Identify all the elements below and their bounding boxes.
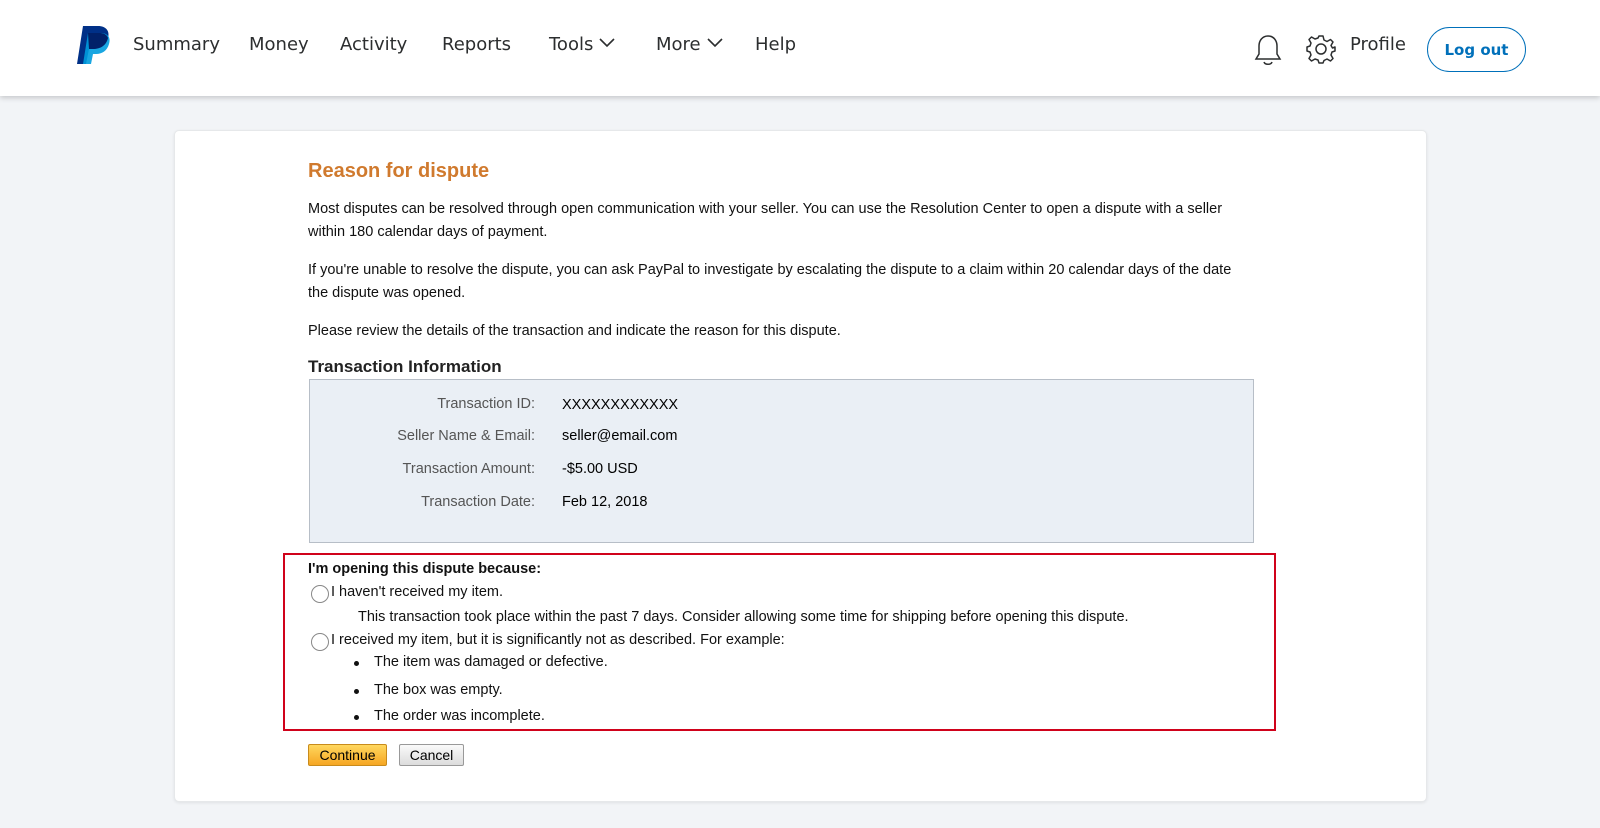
logout-button[interactable]: Log out — [1427, 27, 1526, 72]
nav-reports[interactable]: Reports — [442, 34, 511, 55]
paypal-logo[interactable] — [74, 25, 112, 65]
nav-help[interactable]: Help — [755, 34, 796, 55]
bell-icon[interactable] — [1253, 33, 1283, 67]
example-item: The order was incomplete. — [374, 708, 545, 724]
page-title: Reason for dispute — [308, 160, 490, 182]
nav-money[interactable]: Money — [249, 34, 309, 55]
intro-paragraph-3: Please review the details of the transac… — [308, 323, 841, 339]
seller-value: seller@email.com — [562, 428, 678, 444]
nav-tools-label: Tools — [549, 34, 594, 55]
chevron-down-icon — [707, 38, 723, 48]
nav-summary[interactable]: Summary — [133, 34, 220, 55]
nav-more-label: More — [656, 34, 701, 55]
option-not-received-note: This transaction took place within the p… — [358, 609, 1129, 625]
radio-not-as-described[interactable] — [311, 633, 329, 651]
transaction-id-value: XXXXXXXXXXXX — [562, 397, 679, 413]
option-not-received-label[interactable]: I haven't received my item. — [331, 584, 503, 600]
amount-label: Transaction Amount: — [402, 461, 535, 477]
cancel-button[interactable]: Cancel — [399, 744, 464, 766]
nav-more[interactable]: More — [656, 34, 723, 55]
amount-value: -$5.00 USD — [562, 461, 638, 477]
intro-paragraph-2: If you're unable to resolve the dispute,… — [308, 262, 1232, 301]
chevron-down-icon — [599, 38, 615, 48]
top-navigation-bar: Summary Money Activity Reports Tools Mor… — [0, 0, 1600, 96]
seller-label: Seller Name & Email: — [397, 428, 535, 444]
transaction-info-box: Transaction ID: XXXXXXXXXXXX Seller Name… — [309, 379, 1254, 543]
date-value: Feb 12, 2018 — [562, 494, 648, 510]
example-item: The item was damaged or defective. — [374, 654, 608, 670]
continue-button[interactable]: Continue — [308, 744, 387, 766]
example-item: The box was empty. — [374, 682, 503, 698]
bullet — [354, 715, 359, 720]
intro-paragraph-1: Most disputes can be resolved through op… — [308, 201, 1223, 240]
radio-not-received[interactable] — [311, 585, 329, 603]
bullet — [354, 661, 359, 666]
date-label: Transaction Date: — [421, 494, 535, 510]
nav-activity[interactable]: Activity — [340, 34, 407, 55]
reason-question: I'm opening this dispute because: — [308, 561, 542, 577]
transaction-info-heading: Transaction Information — [308, 357, 502, 376]
profile-link[interactable]: Profile — [1350, 34, 1406, 55]
gear-icon[interactable] — [1306, 34, 1336, 64]
nav-tools[interactable]: Tools — [549, 34, 615, 55]
bullet — [354, 689, 359, 694]
transaction-id-label: Transaction ID: — [437, 396, 535, 412]
option-not-as-described-label[interactable]: I received my item, but it is significan… — [331, 632, 785, 648]
